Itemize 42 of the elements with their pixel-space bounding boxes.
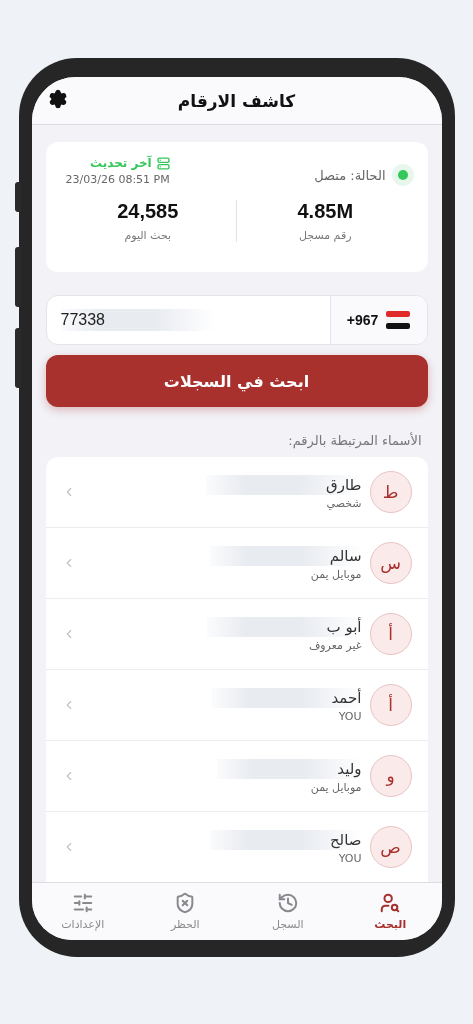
name-row[interactable]: و وليد موبايل يمن xyxy=(45,741,428,812)
initial-avatar: ط xyxy=(369,471,412,513)
stat-label: رقم مسجل xyxy=(299,229,352,242)
contact-tag: موبايل يمن xyxy=(310,780,362,794)
stat-value: 24,585 xyxy=(117,200,179,223)
initial-avatar: أ xyxy=(369,613,412,655)
contact-name: وليد xyxy=(217,758,362,779)
update-time: 23/03/26 08:51 PM xyxy=(65,173,170,186)
initial-avatar: س xyxy=(369,542,412,584)
name-row[interactable]: س سالم موبايل يمن xyxy=(45,528,428,599)
stat-label: بحث اليوم xyxy=(124,229,172,242)
tab-icon xyxy=(379,892,402,914)
country-selector[interactable]: +967 xyxy=(329,296,427,344)
contact-name: طارق xyxy=(206,474,362,495)
status-text: الحالة: متصل xyxy=(314,167,386,183)
name-row[interactable]: ط طارق شخصي xyxy=(45,457,428,528)
initial-avatar: ص xyxy=(369,826,412,868)
settings-icon[interactable] xyxy=(47,89,68,109)
name-row[interactable]: أ أبو ب غير معروف xyxy=(45,599,428,670)
contact-name: أحمد xyxy=(211,687,362,708)
country-code: +967 xyxy=(346,312,379,328)
contact-name: صالح xyxy=(209,829,362,850)
stat-value: 4.85M xyxy=(297,200,354,223)
initial-avatar: و xyxy=(369,755,412,797)
app-title: كاشف الارقام xyxy=(177,90,296,111)
phone-input[interactable]: 77338 xyxy=(46,296,330,344)
tab[interactable]: البحث xyxy=(339,883,442,940)
contact-name: سالم xyxy=(209,545,362,566)
contact-tag: غير معروف xyxy=(308,638,362,652)
initial-avatar: أ xyxy=(369,684,412,726)
contact-tag: موبايل يمن xyxy=(310,567,362,581)
tab-icon xyxy=(71,892,94,914)
contact-tag: شخصي xyxy=(326,496,362,510)
contact-name: أبو ب xyxy=(206,616,362,637)
tab-icon xyxy=(276,892,299,914)
server-icon xyxy=(156,156,170,170)
section-title: الأسماء المرتبطة بالرقم: xyxy=(287,433,423,448)
search-button[interactable]: ابحث في السجلات xyxy=(45,355,428,407)
update-label: آخر تحديث xyxy=(90,156,152,170)
flag-icon xyxy=(386,311,411,329)
contact-tag: YOU xyxy=(338,709,362,723)
contact-tag: YOU xyxy=(338,851,362,865)
